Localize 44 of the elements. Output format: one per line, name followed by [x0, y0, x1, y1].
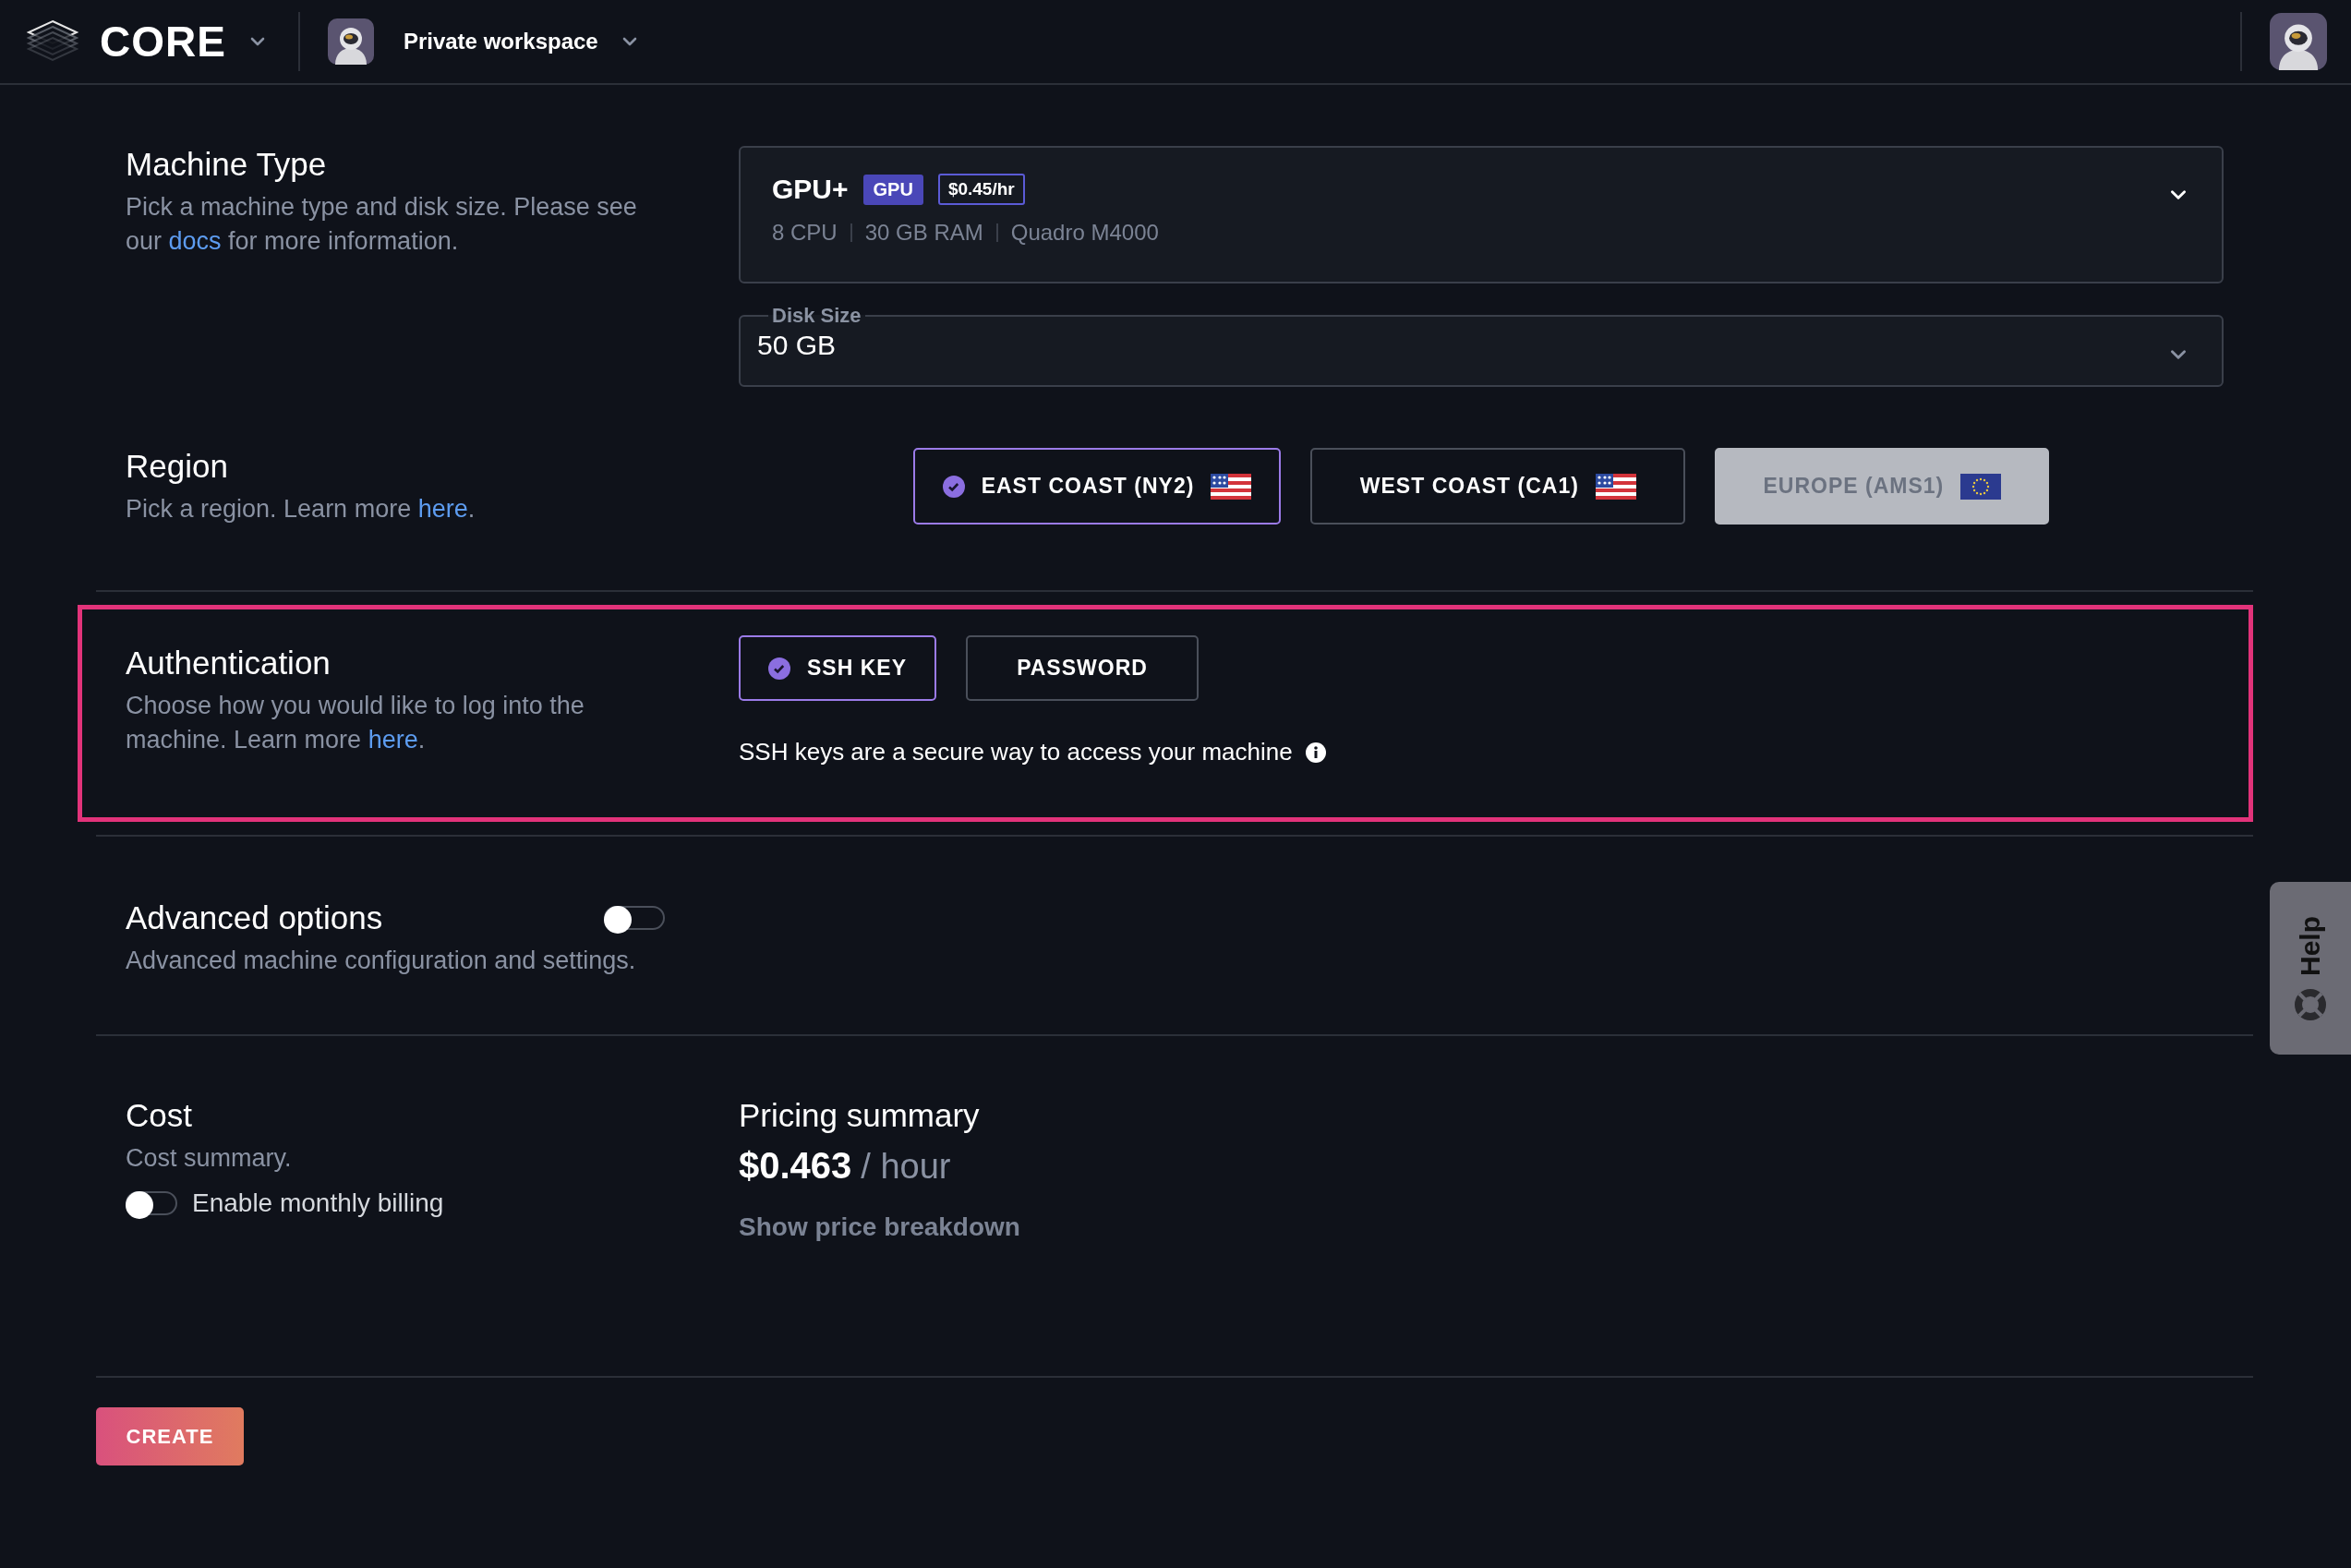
machine-spec: 8 CPU: [772, 220, 838, 246]
astronaut-avatar: [2270, 13, 2327, 70]
auth-option[interactable]: SSH KEY: [739, 635, 936, 701]
toggle-label: Enable monthly billing: [192, 1188, 444, 1218]
disk-size-value: 50 GB: [757, 330, 837, 361]
eu-flag-icon: [1960, 473, 2002, 500]
section-description: Pick a region. Learn more here.: [126, 494, 476, 525]
machine-spec: Quadro M4000: [1010, 220, 1159, 246]
lifebuoy-icon: [2295, 989, 2326, 1020]
check-circle-icon: [768, 657, 790, 680]
machine-type-select[interactable]: GPU+ GPU $0.45/hr 8 CPU 30 GB RAM Quadro M4000: [739, 146, 2224, 283]
machine-type-name: GPU+: [772, 174, 849, 205]
pricing-title: Pricing summary: [739, 1097, 981, 1134]
link[interactable]: here: [417, 495, 468, 523]
section-description: Advanced machine configuration and settings.: [126, 946, 637, 976]
auth-note: SSH keys are a secure way to access your machine: [739, 738, 1293, 766]
section-description: Cost summary.: [126, 1143, 293, 1174]
price-amount: $0.463: [739, 1145, 852, 1187]
section-title: Cost: [126, 1097, 193, 1134]
astronaut-avatar: [327, 18, 374, 65]
section-title: Machine Type: [126, 146, 328, 183]
us-flag-icon: [1595, 473, 1636, 500]
section-title: Advanced options: [126, 899, 383, 936]
disk-size-label: Disk Size: [771, 304, 862, 328]
section-title: Region: [126, 448, 229, 485]
brand-name: CORE: [100, 17, 226, 66]
check-circle-icon: [942, 475, 965, 498]
auth-option[interactable]: PASSWORD: [966, 635, 1199, 701]
link[interactable]: here: [368, 726, 418, 754]
workspace-name[interactable]: Private workspace: [403, 29, 598, 54]
price-unit: / hour: [861, 1147, 951, 1187]
info-icon: [1305, 742, 1326, 763]
region-option[interactable]: WEST COAST (CA1): [1310, 448, 1686, 525]
section-description: Choose how you would like to log into the machine. Learn more here.: [126, 691, 585, 755]
link[interactable]: docs: [168, 227, 222, 255]
us-flag-icon: [1211, 473, 1252, 500]
section-description: Pick a machine type and disk size. Please see our docs for more information.: [126, 192, 638, 257]
section-title: Authentication: [126, 645, 332, 681]
region-option[interactable]: EAST COAST (NY2): [912, 448, 1282, 525]
price-badge: $0.45/hr: [937, 174, 1025, 205]
gpu-badge: GPU: [862, 174, 923, 205]
price-breakdown-link[interactable]: Show price breakdown: [739, 1212, 1020, 1242]
help-tab[interactable]: Help: [2270, 882, 2351, 1055]
machine-spec: 30 GB RAM: [864, 220, 983, 246]
